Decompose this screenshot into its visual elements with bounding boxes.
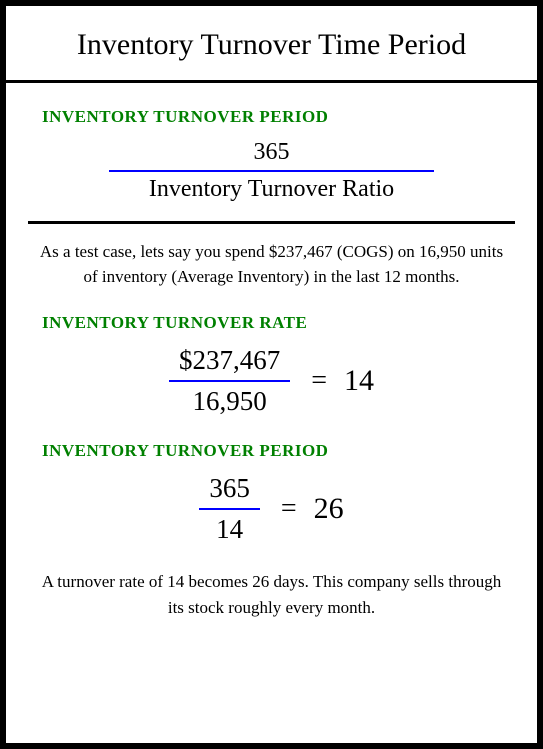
content-area: INVENTORY TURNOVER PERIOD 365 Inventory …: [6, 107, 537, 620]
page-title: Inventory Turnover Time Period: [6, 6, 537, 83]
section-heading-rate: INVENTORY TURNOVER RATE: [28, 313, 515, 333]
rate-fraction: $237,467 16,950: [169, 345, 290, 417]
document-card: Inventory Turnover Time Period INVENTORY…: [0, 0, 543, 749]
period-example-numerator: 365: [199, 473, 260, 510]
period-example-formula: 365 14 = 26: [28, 473, 515, 545]
section-heading-period-formula: INVENTORY TURNOVER PERIOD: [28, 107, 515, 127]
equals-sign: =: [281, 493, 297, 525]
rate-formula: $237,467 16,950 = 14: [28, 345, 515, 417]
rate-denominator: 16,950: [169, 382, 290, 417]
example-text: As a test case, lets say you spend $237,…: [28, 240, 515, 289]
period-formula-fraction: 365 Inventory Turnover Ratio: [109, 139, 434, 203]
section-heading-period-example: INVENTORY TURNOVER PERIOD: [28, 441, 515, 461]
period-formula-numerator: 365: [109, 139, 434, 172]
rate-result: 14: [344, 364, 374, 398]
divider: [28, 221, 515, 224]
rate-numerator: $237,467: [169, 345, 290, 382]
period-example-fraction: 365 14: [199, 473, 260, 545]
period-example-denominator: 14: [199, 510, 260, 545]
period-formula: 365 Inventory Turnover Ratio: [28, 139, 515, 203]
period-example-result: 26: [314, 492, 344, 526]
conclusion-text: A turnover rate of 14 becomes 26 days. T…: [28, 569, 515, 620]
period-formula-denominator: Inventory Turnover Ratio: [109, 172, 434, 203]
equals-sign: =: [311, 365, 327, 397]
